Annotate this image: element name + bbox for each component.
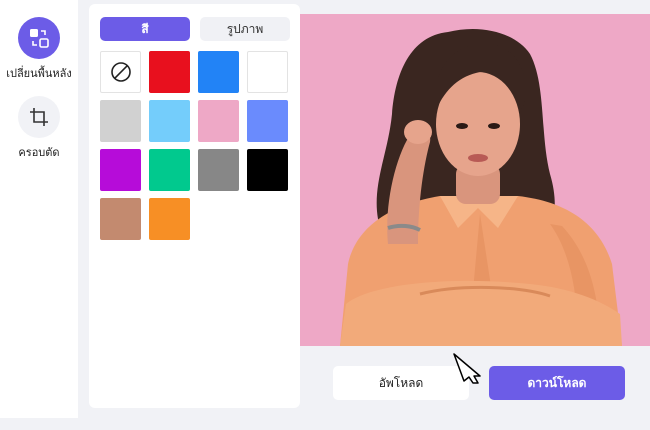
download-button[interactable]: ดาวน์โหลด	[489, 366, 625, 400]
tool-change-background[interactable]: เปลี่ยนพื้นหลัง	[0, 17, 78, 82]
swatch-orange[interactable]	[149, 198, 190, 240]
subject-photo	[340, 28, 622, 346]
swatch-periwinkle[interactable]	[247, 100, 288, 142]
swatch-light-gray[interactable]	[100, 100, 141, 142]
swatch-blue[interactable]	[198, 51, 239, 93]
panel-tabs: สี รูปภาพ	[100, 17, 290, 41]
no-color-icon	[110, 62, 131, 82]
swatch-white[interactable]	[247, 51, 288, 93]
color-swatch-grid	[100, 51, 288, 240]
swap-background-icon[interactable]	[18, 17, 60, 59]
tool-label-change-background: เปลี่ยนพื้นหลัง	[6, 67, 72, 80]
swatch-pink[interactable]	[198, 100, 239, 142]
swatch-red[interactable]	[149, 51, 190, 93]
swatch-sky-blue[interactable]	[149, 100, 190, 142]
tab-color[interactable]: สี	[100, 17, 190, 41]
tool-label-crop: ครอบตัด	[18, 146, 60, 159]
cursor-arrow-icon	[453, 353, 481, 384]
tool-crop[interactable]: ครอบตัด	[0, 96, 78, 161]
upload-button[interactable]: อัพโหลด	[333, 366, 469, 400]
swatch-brown[interactable]	[100, 198, 141, 240]
swatch-gray[interactable]	[198, 149, 239, 191]
swatch-green[interactable]	[149, 149, 190, 191]
swatch-none[interactable]	[100, 51, 141, 93]
crop-icon[interactable]	[18, 96, 60, 138]
background-options-panel: สี รูปภาพ	[89, 4, 300, 408]
tab-image[interactable]: รูปภาพ	[200, 17, 290, 41]
swatch-purple[interactable]	[100, 149, 141, 191]
swatch-black[interactable]	[247, 149, 288, 191]
preview-canvas	[300, 14, 650, 346]
tool-sidebar: เปลี่ยนพื้นหลัง ครอบตัด	[0, 0, 78, 418]
